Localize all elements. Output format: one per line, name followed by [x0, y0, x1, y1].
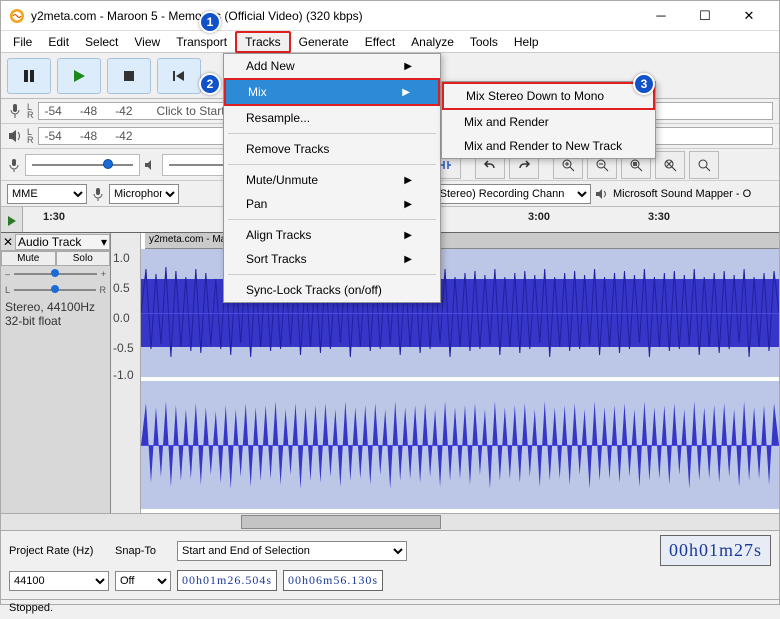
skip-start-button[interactable] [157, 58, 201, 94]
audio-position-display[interactable]: 00h01m27s [660, 535, 771, 566]
menu-mix-render-new[interactable]: Mix and Render to New Track [442, 134, 655, 158]
menu-generate[interactable]: Generate [291, 33, 357, 51]
meter-tick: -42 [115, 104, 132, 118]
selection-end-display[interactable]: 00h06m56.130s [283, 570, 383, 591]
project-rate-label: Project Rate (Hz) [9, 545, 109, 557]
menu-mute-unmute[interactable]: Mute/Unmute▶ [224, 168, 440, 192]
menu-transport[interactable]: Transport [168, 33, 235, 51]
snap-to-label: Snap-To [115, 545, 171, 557]
menu-tools[interactable]: Tools [462, 33, 506, 51]
menu-mix[interactable]: Mix▶ [224, 78, 440, 106]
menu-sort-tracks[interactable]: Sort Tracks▶ [224, 247, 440, 271]
menu-edit[interactable]: Edit [40, 33, 77, 51]
rec-channels-select[interactable]: (Stereo) Recording Chann [431, 184, 591, 204]
menubar: File Edit Select View Transport Tracks G… [1, 31, 779, 53]
ruler-time: 1:30 [43, 211, 65, 223]
mic-icon [7, 158, 21, 172]
input-device-select[interactable]: Microphone [109, 184, 179, 204]
zoom-fit-button[interactable] [655, 151, 685, 179]
pin-button[interactable] [1, 207, 23, 232]
track-info: Stereo, 44100Hz32-bit float [1, 298, 110, 330]
menu-remove-tracks[interactable]: Remove Tracks [224, 137, 440, 161]
amplitude-scale: 1.0 0.5 0.0 -0.5 -1.0 [111, 233, 141, 513]
mic-icon [91, 187, 105, 201]
maximize-button[interactable]: ☐ [683, 2, 727, 30]
pause-button[interactable] [7, 58, 51, 94]
close-button[interactable]: ✕ [727, 2, 771, 30]
menu-sync-lock[interactable]: Sync-Lock Tracks (on/off) [224, 278, 440, 302]
callout-2: 2 [199, 73, 221, 95]
menu-file[interactable]: File [5, 33, 40, 51]
window-title: y2meta.com - Maroon 5 - Memories (Offici… [31, 9, 639, 23]
output-device[interactable]: Microsoft Sound Mapper - O [613, 188, 773, 200]
stop-button[interactable] [107, 58, 151, 94]
speaker-icon [595, 187, 609, 201]
zoom-toggle-button[interactable] [689, 151, 719, 179]
menu-resample[interactable]: Resample... [224, 106, 440, 130]
callout-3: 3 [633, 73, 655, 95]
speaker-icon [7, 127, 23, 145]
menu-view[interactable]: View [126, 33, 168, 51]
pan-slider[interactable]: LR [1, 282, 110, 298]
menu-select[interactable]: Select [77, 33, 126, 51]
menu-pan[interactable]: Pan▶ [224, 192, 440, 216]
speaker-icon [144, 158, 158, 172]
selection-format-select[interactable]: Start and End of Selection [177, 541, 407, 561]
snap-to-select[interactable]: Off [115, 571, 171, 591]
waveform-area[interactable]: y2meta.com - Maroon 5 - Memories (Offici… [111, 233, 779, 513]
gain-slider[interactable]: –+ [1, 266, 110, 282]
titlebar: y2meta.com - Maroon 5 - Memories (Offici… [1, 1, 779, 31]
meter-tick: -42 [115, 129, 132, 143]
mute-button[interactable]: Mute [1, 251, 56, 266]
menu-add-new[interactable]: Add New▶ [224, 54, 440, 78]
waveform-right[interactable] [141, 381, 779, 509]
menu-help[interactable]: Help [506, 33, 547, 51]
project-rate-select[interactable]: 44100 [9, 571, 109, 591]
meter-tick: -48 [80, 104, 97, 118]
selection-start-display[interactable]: 00h01m26.504s [177, 570, 277, 591]
menu-align-tracks[interactable]: Align Tracks▶ [224, 223, 440, 247]
mic-icon [7, 102, 23, 120]
ruler-time: 3:30 [648, 211, 670, 223]
meter-tick: -54 [45, 104, 62, 118]
record-volume-slider[interactable] [25, 154, 140, 176]
mix-submenu: Mix Stereo Down to Mono Mix and Render M… [441, 81, 656, 159]
meter-tick: -54 [45, 129, 62, 143]
selection-toolbar: Project Rate (Hz) Snap-To Start and End … [1, 531, 779, 599]
lr-label: LR [27, 103, 34, 119]
status-bar: Stopped. [1, 599, 779, 619]
play-button[interactable] [57, 58, 101, 94]
menu-mix-render[interactable]: Mix and Render [442, 110, 655, 134]
menu-mix-stereo-to-mono[interactable]: Mix Stereo Down to Mono [442, 82, 655, 110]
tracks-menu: Add New▶ Mix▶ Resample... Remove Tracks … [223, 53, 441, 303]
minimize-button[interactable]: ─ [639, 2, 683, 30]
ruler-time: 3:00 [528, 211, 550, 223]
lr-label: LR [27, 128, 34, 144]
horizontal-scrollbar[interactable] [1, 513, 779, 531]
meter-tick: -48 [80, 129, 97, 143]
track-name-dropdown[interactable]: Audio Track▾ [15, 234, 110, 250]
callout-1: 1 [199, 11, 221, 33]
menu-effect[interactable]: Effect [357, 33, 403, 51]
menu-tracks[interactable]: Tracks [235, 31, 291, 53]
track-close-button[interactable]: ✕ [1, 235, 15, 249]
track-header: ✕ Audio Track▾ Mute Solo –+ LR Stereo, 4… [1, 233, 111, 513]
app-logo-icon [9, 8, 25, 24]
audio-host-select[interactable]: MME [7, 184, 87, 204]
menu-analyze[interactable]: Analyze [403, 33, 462, 51]
solo-button[interactable]: Solo [56, 251, 111, 266]
